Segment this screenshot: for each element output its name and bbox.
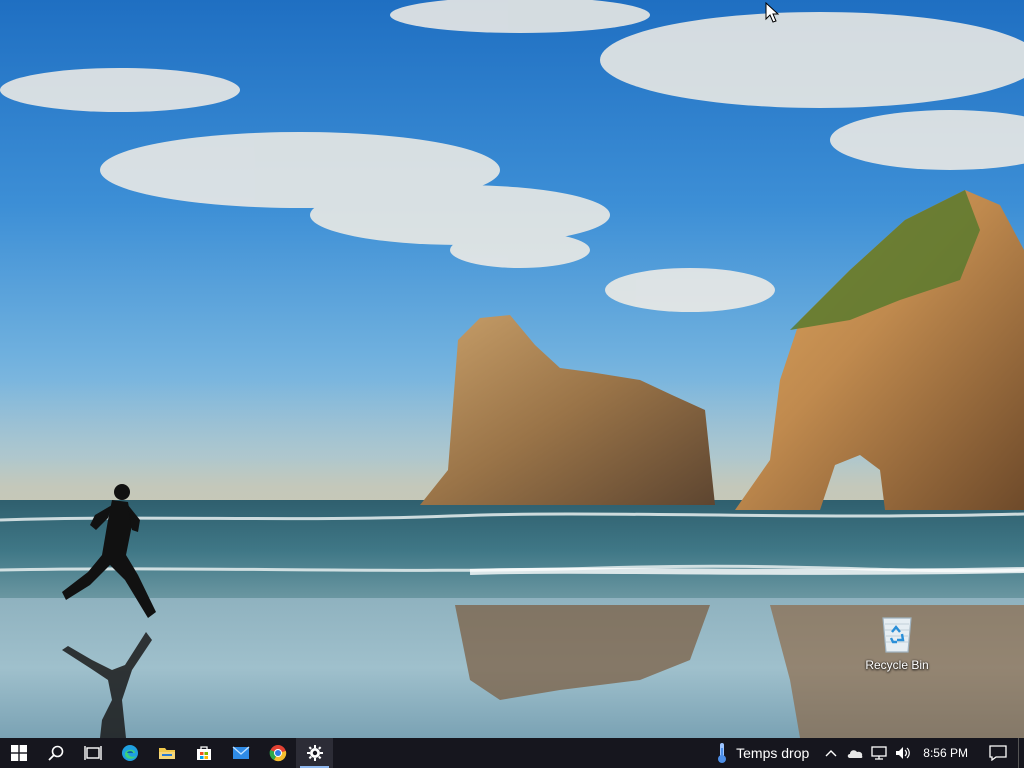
thermometer-icon <box>718 743 727 763</box>
volume-tray-button[interactable] <box>891 738 915 768</box>
search-icon <box>47 745 63 761</box>
mail-icon <box>232 746 249 759</box>
show-hidden-icons-button[interactable] <box>819 738 843 768</box>
taskbar-clock[interactable]: 8:56 PM <box>915 746 978 760</box>
weather-text: Temps drop <box>736 745 810 761</box>
speaker-icon <box>896 747 911 759</box>
network-tray-button[interactable] <box>867 738 891 768</box>
desktop[interactable]: Recycle Bin <box>0 0 1024 738</box>
start-button[interactable] <box>0 738 37 768</box>
taskbar-file-explorer[interactable] <box>148 738 185 768</box>
notification-icon <box>989 745 1007 761</box>
mouse-cursor-icon <box>765 2 779 23</box>
task-view-icon <box>83 746 102 760</box>
recycle-bin-shortcut[interactable]: Recycle Bin <box>858 612 936 684</box>
onedrive-tray-button[interactable] <box>843 738 867 768</box>
edge-icon <box>121 745 138 761</box>
weather-widget[interactable]: Temps drop <box>710 738 819 768</box>
show-desktop-button[interactable] <box>1018 738 1024 768</box>
windows-logo-icon <box>10 745 27 761</box>
store-icon <box>196 746 211 760</box>
system-tray: Temps drop 8:56 PM <box>710 738 1024 768</box>
taskbar-chrome[interactable] <box>259 738 296 768</box>
taskbar-mail[interactable] <box>222 738 259 768</box>
gear-icon <box>306 745 323 761</box>
action-center-button[interactable] <box>978 738 1018 768</box>
taskbar: Temps drop 8:56 PM <box>0 738 1024 768</box>
task-view-button[interactable] <box>74 738 111 768</box>
taskbar-store[interactable] <box>185 738 222 768</box>
recycle-bin-icon <box>882 617 912 653</box>
recycle-bin-label: Recycle Bin <box>865 658 929 672</box>
cloud-icon <box>848 750 863 758</box>
taskbar-settings[interactable] <box>296 738 333 768</box>
taskbar-edge[interactable] <box>111 738 148 768</box>
folder-icon <box>158 748 175 759</box>
chevron-up-icon <box>825 750 837 757</box>
chrome-icon <box>269 745 286 762</box>
network-icon <box>871 746 887 760</box>
search-button[interactable] <box>37 738 74 768</box>
